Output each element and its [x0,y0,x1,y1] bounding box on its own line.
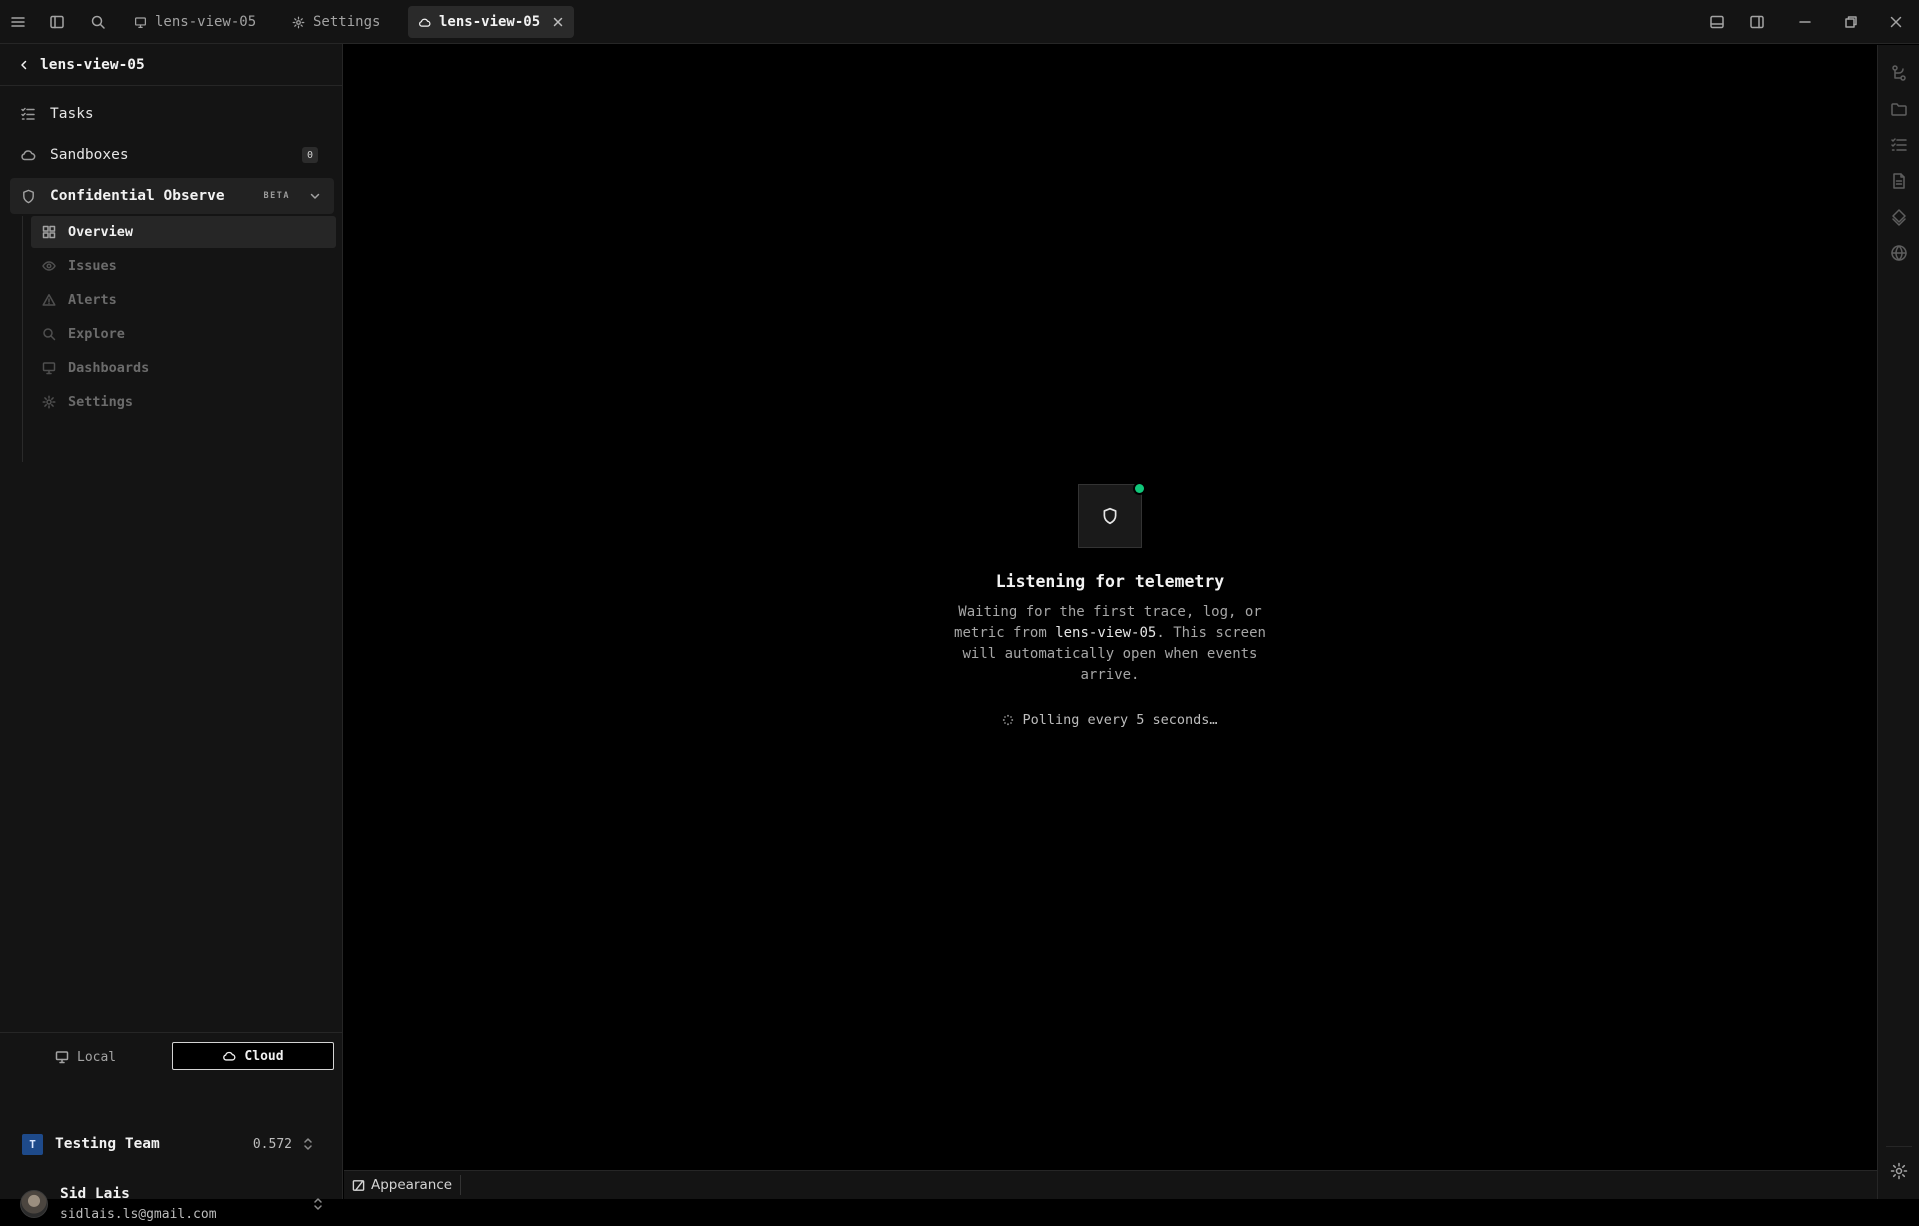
sidebar-item-tasks[interactable]: Tasks [10,96,334,132]
sidebar-item-label: Sandboxes [50,147,129,163]
chevron-updown-icon [314,1198,322,1210]
project-title: lens-view-05 [40,56,145,73]
submenu-rail [22,216,23,462]
palette-icon [352,1179,365,1191]
user-menu[interactable]: Sid Lais sidlais.ls@gmail.com [20,1182,330,1226]
tab-label: Settings [313,14,381,30]
sidebar-item-explore[interactable]: Explore [31,318,336,350]
tab-lens-view-cloud[interactable]: lens-view-05 [408,6,575,38]
sidebar-item-label: Overview [68,224,134,240]
toggle-sidebar-icon[interactable] [47,12,67,32]
polling-status: Polling every 5 seconds… [980,710,1240,730]
gear-icon [292,16,305,28]
tab-settings[interactable]: Settings [282,6,390,38]
restore-window-icon[interactable] [1841,12,1861,32]
cloud-icon [419,18,431,27]
globe-icon[interactable] [1890,244,1908,262]
team-version: 0.572 [252,1136,292,1152]
beta-badge: BETA [263,191,290,201]
section-label: Confidential Observe [50,188,225,204]
chevron-down-icon[interactable] [308,189,322,203]
sidebar-item-overview[interactable]: Overview [31,216,336,248]
live-status-dot [1135,484,1144,493]
sidebar-item-settings[interactable]: Settings [31,386,336,418]
avatar [20,1190,48,1218]
chevron-updown-icon [304,1138,312,1150]
divider [1886,1146,1912,1147]
empty-state-icon-box [1078,484,1142,548]
polling-text: Polling every 5 seconds… [1022,712,1218,728]
user-email: sidlais.ls@gmail.com [60,1207,217,1222]
mode-local-button[interactable]: Local [55,1043,135,1071]
monitor-icon [42,361,56,375]
empty-state-description: Waiting for the first trace, log, or met… [935,602,1285,686]
cloud-icon [223,1051,236,1061]
user-name: Sid Lais [60,1186,130,1202]
sidebar-item-label: Dashboards [68,360,150,376]
sidebar-item-alerts[interactable]: Alerts [31,284,336,316]
search-icon[interactable] [88,12,108,32]
toggle-right-panel-icon[interactable] [1747,12,1767,32]
appearance-button[interactable]: Appearance [352,1175,462,1195]
sandboxes-count-badge: 0 [302,147,318,163]
folder-icon[interactable] [1890,100,1908,118]
back-to-project-button[interactable]: lens-view-05 [0,44,342,86]
right-activity-rail [1877,45,1919,1199]
chevron-left-icon [21,60,27,69]
grid-icon [42,225,56,239]
mode-local-label: Local [77,1049,117,1065]
team-logo: T [22,1133,43,1155]
sidebar-item-dashboards[interactable]: Dashboards [31,352,336,384]
team-switcher[interactable]: T Testing Team 0.572 [22,1132,322,1156]
search-icon [42,327,56,341]
minimize-window-icon[interactable] [1795,12,1815,32]
document-icon[interactable] [1890,172,1908,190]
sidebar-section-confidential-observe[interactable]: Confidential Observe BETA [10,178,334,214]
sidebar-item-label: Settings [68,394,134,410]
sidebar-item-label: Alerts [68,292,117,308]
sidebar: lens-view-05 Tasks Sandboxes 0 Confident… [0,44,343,1222]
tab-label: lens-view-05 [439,14,541,30]
monitor-icon [135,16,146,28]
shield-icon [20,188,36,204]
gear-icon [42,395,56,409]
team-name: Testing Team [55,1136,160,1152]
tab-lens-view-local[interactable]: lens-view-05 [124,6,266,38]
tab-label: lens-view-05 [155,14,257,30]
alert-triangle-icon [42,293,56,307]
hamburger-menu-icon[interactable] [8,12,28,32]
project-name-highlight: lens-view-05 [1055,625,1157,641]
sidebar-item-sandboxes[interactable]: Sandboxes 0 [10,137,334,173]
title-bar: lens-view-05 Settings lens-view-05 [0,0,1919,44]
git-branch-icon[interactable] [1890,64,1908,82]
spinner-icon [1003,714,1014,726]
sidebar-item-label: Tasks [50,106,94,122]
monitor-icon [55,1051,69,1064]
shield-icon [1103,507,1117,525]
mode-cloud-label: Cloud [244,1048,284,1064]
sidebar-item-issues[interactable]: Issues [31,250,336,282]
toggle-bottom-panel-icon[interactable] [1707,12,1727,32]
cloud-icon [20,147,36,163]
mode-cloud-button[interactable]: Cloud [172,1042,334,1070]
empty-state-title: Listening for telemetry [995,572,1225,591]
gear-icon[interactable] [1890,1162,1908,1180]
sidebar-item-label: Issues [68,258,117,274]
sidebar-item-label: Explore [68,326,125,342]
close-window-icon[interactable] [1886,12,1906,32]
divider [0,1032,343,1033]
eye-icon [42,259,56,273]
appearance-label: Appearance [371,1177,453,1193]
tasks-icon [20,106,36,122]
status-bar: Appearance [344,1170,1877,1199]
layers-icon[interactable] [1890,208,1908,226]
close-tab-icon[interactable] [552,16,564,28]
tasks-icon[interactable] [1890,136,1908,154]
